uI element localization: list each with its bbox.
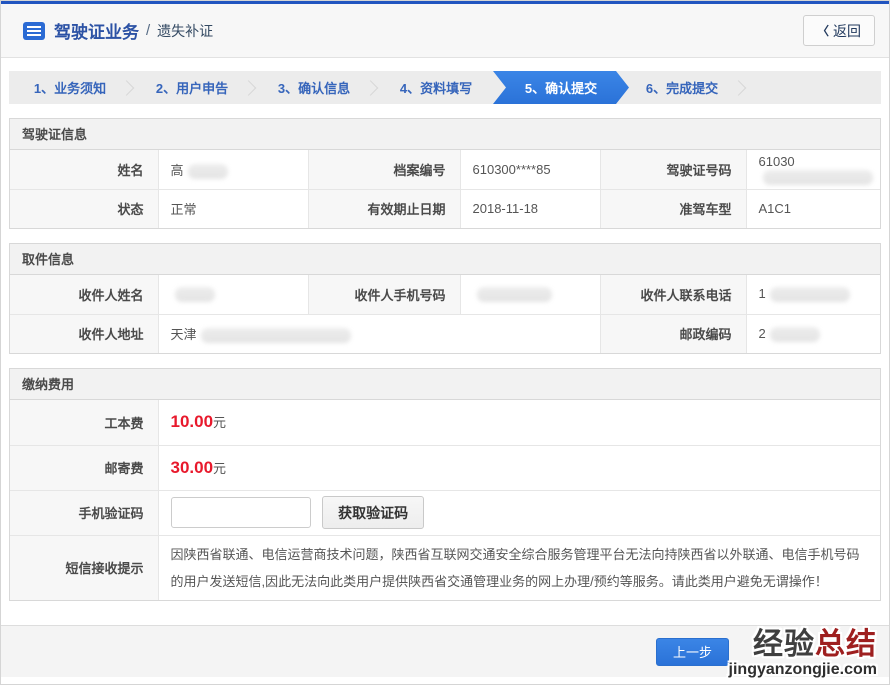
table-row: 收件人地址 天津 邮政编码 2 [10,314,880,353]
sms-notice-label: 短信接收提示 [10,535,158,600]
vehicle-class-value: A1C1 [746,189,880,228]
redacted-value [188,164,228,179]
page-header: 驾驶证业务 / 遗失补证 〈 返回 [1,4,889,58]
tab-step-2-label: 2、用户申告 [156,78,228,97]
expiry-date-value-text: 2018-11-18 [473,201,539,216]
file-number-value-text: 610300****85 [473,162,551,177]
tab-step-2[interactable]: 2、用户申告 [131,71,253,104]
redacted-value [770,327,820,342]
name-label: 姓名 [10,150,158,189]
recipient-phone-value: 1 [746,275,880,314]
tab-step-6[interactable]: 6、完成提交 [621,71,743,104]
license-number-label: 驾驶证号码 [600,150,746,189]
license-info-table: 姓名 高 档案编号 610300****85 驾驶证号码 61030 状态 正常… [10,150,880,228]
production-fee-label: 工本费 [10,400,158,445]
table-row: 状态 正常 有效期止日期 2018-11-18 准驾车型 A1C1 [10,189,880,228]
production-fee-value: 10.00元 [158,400,880,445]
recipient-address-value-text: 天津 [171,327,197,342]
section-title: 驾驶证信息 [10,119,880,150]
page-title: 驾驶证业务 [54,18,139,43]
vehicle-class-value-text: A1C1 [759,201,792,216]
footer-action-bar: 上一步 [1,625,889,677]
postage-fee-amount: 30.00 [171,458,214,477]
status-label: 状态 [10,189,158,228]
fees-table: 工本费 10.00元 邮寄费 30.00元 手机验证码 获取验证码 短信接收提 [10,400,880,600]
postage-fee-value: 30.00元 [158,445,880,490]
table-row: 工本费 10.00元 [10,400,880,445]
tab-step-5-active[interactable]: 5、确认提交 [493,71,629,104]
status-value-text: 正常 [171,202,197,217]
postal-code-value-text: 2 [759,326,766,341]
redacted-value [175,287,215,302]
tab-step-1[interactable]: 1、业务须知 [9,71,131,104]
expiry-date-label: 有效期止日期 [308,189,460,228]
table-row: 邮寄费 30.00元 [10,445,880,490]
table-row: 手机验证码 获取验证码 [10,490,880,535]
sms-notice-text: 因陕西省联通、电信运营商技术问题，陕西省互联网交通安全综合服务管理平台无法向持陕… [158,535,880,600]
name-value-text: 高 [171,163,184,178]
section-title: 缴纳费用 [10,369,880,400]
redacted-value [201,328,351,343]
status-value: 正常 [158,189,308,228]
recipient-address-value: 天津 [158,314,600,353]
section-fees: 缴纳费用 工本费 10.00元 邮寄费 30.00元 手机验证码 获取验证码 [9,368,881,601]
section-title: 取件信息 [10,244,880,275]
recipient-mobile-value [460,275,600,314]
postal-code-value: 2 [746,314,880,353]
file-number-value: 610300****85 [460,150,600,189]
tab-step-4[interactable]: 4、资料填写 [375,71,497,104]
tab-step-5-label: 5、确认提交 [525,78,597,97]
page: 驾驶证业务 / 遗失补证 〈 返回 1、业务须知 2、用户申告 3、确认信息 4… [0,0,890,685]
license-number-value: 61030 [746,150,880,189]
table-row: 短信接收提示 因陕西省联通、电信运营商技术问题，陕西省互联网交通安全综合服务管理… [10,535,880,600]
table-row: 姓名 高 档案编号 610300****85 驾驶证号码 61030 [10,150,880,189]
vehicle-class-label: 准驾车型 [600,189,746,228]
back-button-label: 返回 [833,21,861,41]
tab-step-6-label: 6、完成提交 [646,78,718,97]
tab-step-4-label: 4、资料填写 [400,78,472,97]
chevron-left-icon: 〈 [817,22,829,39]
table-row: 收件人姓名 收件人手机号码 收件人联系电话 1 [10,275,880,314]
recipient-mobile-label: 收件人手机号码 [308,275,460,314]
recipient-name-value [158,275,308,314]
section-pickup-info: 取件信息 收件人姓名 收件人手机号码 收件人联系电话 1 收件人地址 [9,243,881,354]
get-code-button[interactable]: 获取验证码 [322,496,424,529]
breadcrumb-separator: / [146,22,150,39]
production-fee-unit: 元 [213,415,226,430]
production-fee-amount: 10.00 [171,412,214,431]
sms-code-input[interactable] [171,497,311,528]
postage-fee-unit: 元 [213,461,226,476]
sms-code-cell: 获取验证码 [158,490,880,535]
tab-step-3-label: 3、确认信息 [278,78,350,97]
tabs-filler [743,71,881,104]
redacted-value [770,287,850,302]
section-license-info: 驾驶证信息 姓名 高 档案编号 610300****85 驾驶证号码 61030… [9,118,881,229]
tab-step-3[interactable]: 3、确认信息 [253,71,375,104]
redacted-value [763,170,873,185]
postal-code-label: 邮政编码 [600,314,746,353]
sms-code-label: 手机验证码 [10,490,158,535]
name-value: 高 [158,150,308,189]
redacted-value [477,287,552,302]
recipient-name-label: 收件人姓名 [10,275,158,314]
recipient-phone-label: 收件人联系电话 [600,275,746,314]
tab-step-1-label: 1、业务须知 [34,78,106,97]
expiry-date-value: 2018-11-18 [460,189,600,228]
recipient-phone-value-text: 1 [759,286,766,301]
list-icon [23,22,45,40]
breadcrumb-current: 遗失补证 [157,21,213,41]
pickup-info-table: 收件人姓名 收件人手机号码 收件人联系电话 1 收件人地址 天津 邮政编码 [10,275,880,353]
postage-fee-label: 邮寄费 [10,445,158,490]
file-number-label: 档案编号 [308,150,460,189]
step-tabs: 1、业务须知 2、用户申告 3、确认信息 4、资料填写 5、确认提交 6、完成提… [9,71,881,104]
previous-step-button[interactable]: 上一步 [656,638,729,666]
recipient-address-label: 收件人地址 [10,314,158,353]
license-number-value-text: 61030 [759,154,795,169]
back-button[interactable]: 〈 返回 [803,15,875,46]
